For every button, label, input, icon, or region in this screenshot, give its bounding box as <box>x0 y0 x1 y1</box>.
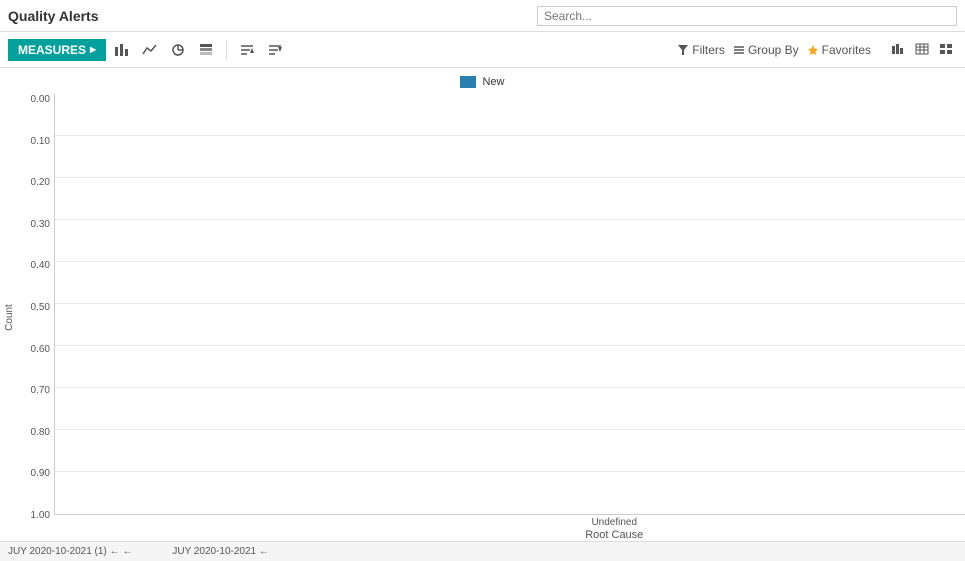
y-label-0.40: 0.40 <box>31 260 50 271</box>
y-label-0.50: 0.50 <box>31 302 50 313</box>
sort-asc-icon-btn[interactable] <box>235 41 259 59</box>
filters-button[interactable]: Filters <box>677 43 725 57</box>
bottom-right-text: JUY 2020-10-2021 ← <box>172 546 269 557</box>
toolbar: MEASURES <box>0 32 965 68</box>
sort-desc-icon <box>267 43 283 57</box>
view-grid-button[interactable] <box>935 40 957 60</box>
sort-desc-icon-btn[interactable] <box>263 41 287 59</box>
y-label-0.00: 0.00 <box>31 94 50 105</box>
favorites-button[interactable]: Favorites <box>807 43 871 57</box>
y-label-1.00: 1.00 <box>31 510 50 521</box>
line-chart-icon-btn[interactable] <box>138 41 162 59</box>
y-label-0.90: 0.90 <box>31 468 50 479</box>
grid-line-0.20 <box>55 429 965 430</box>
separator-1 <box>226 40 227 60</box>
y-label-0.70: 0.70 <box>31 385 50 396</box>
toolbar-right: Filters Group By Favorites <box>677 40 957 60</box>
grid-line-0.30 <box>55 387 965 388</box>
y-label-0.30: 0.30 <box>31 219 50 230</box>
legend-label: New <box>482 76 504 88</box>
view-grid-icon <box>939 43 953 55</box>
y-axis-title-container: Count <box>0 94 18 541</box>
bottom-left-text: JUY 2020-10-2021 (1) ← ← <box>8 546 132 557</box>
y-label-0.60: 0.60 <box>31 344 50 355</box>
y-label-0.80: 0.80 <box>31 427 50 438</box>
y-axis: 1.00 0.90 0.80 0.70 0.60 0.50 0.40 0.30 … <box>18 94 54 541</box>
view-table-icon <box>915 43 929 55</box>
sort-asc-icon <box>239 43 255 57</box>
x-axis-value: Undefined <box>591 517 637 528</box>
chart-legend: New <box>0 76 965 88</box>
bottom-bar: JUY 2020-10-2021 (1) ← ← JUY 2020-10-202… <box>0 541 965 561</box>
line-chart-icon <box>142 43 158 57</box>
view-bar-button[interactable] <box>887 40 909 60</box>
x-axis-container: Undefined Root Cause <box>54 515 965 541</box>
favorites-icon <box>807 44 819 56</box>
stack-chart-icon <box>198 43 214 57</box>
y-label-0.20: 0.20 <box>31 177 50 188</box>
grid-line-0.10 <box>55 471 965 472</box>
y-axis-title: Count <box>4 304 15 331</box>
bar-chart-icon <box>114 43 130 57</box>
filters-icon <box>677 44 689 56</box>
view-bar-icon <box>891 43 905 55</box>
view-icons <box>887 40 957 60</box>
pie-chart-icon-btn[interactable] <box>166 41 190 59</box>
page-title: Quality Alerts <box>8 8 99 24</box>
stack-chart-icon-btn[interactable] <box>194 41 218 59</box>
measures-button[interactable]: MEASURES <box>8 39 106 61</box>
chart-body: Count 1.00 0.90 0.80 0.70 0.60 0.50 0.40… <box>0 94 965 541</box>
grid-line-0.50 <box>55 303 965 304</box>
plot-area <box>54 94 965 515</box>
grid-line-0.70 <box>55 219 965 220</box>
bar-chart-icon-btn[interactable] <box>110 41 134 59</box>
chart-container: New Count 1.00 0.90 0.80 0.70 0.60 0.50 … <box>0 68 965 541</box>
group-by-button[interactable]: Group By <box>733 43 799 57</box>
grid-line-0.60 <box>55 261 965 262</box>
pie-chart-icon <box>170 43 186 57</box>
search-input[interactable] <box>537 6 957 26</box>
group-by-icon <box>733 44 745 56</box>
view-table-button[interactable] <box>911 40 933 60</box>
grid-line-0.80 <box>55 177 965 178</box>
header: Quality Alerts <box>0 0 965 32</box>
grid-line-0.40 <box>55 345 965 346</box>
grid-line-0.90 <box>55 135 965 136</box>
y-label-0.10: 0.10 <box>31 136 50 147</box>
x-axis-label: Root Cause <box>585 529 643 541</box>
legend-color <box>460 76 476 88</box>
plot-wrapper: Undefined Root Cause <box>54 94 965 541</box>
